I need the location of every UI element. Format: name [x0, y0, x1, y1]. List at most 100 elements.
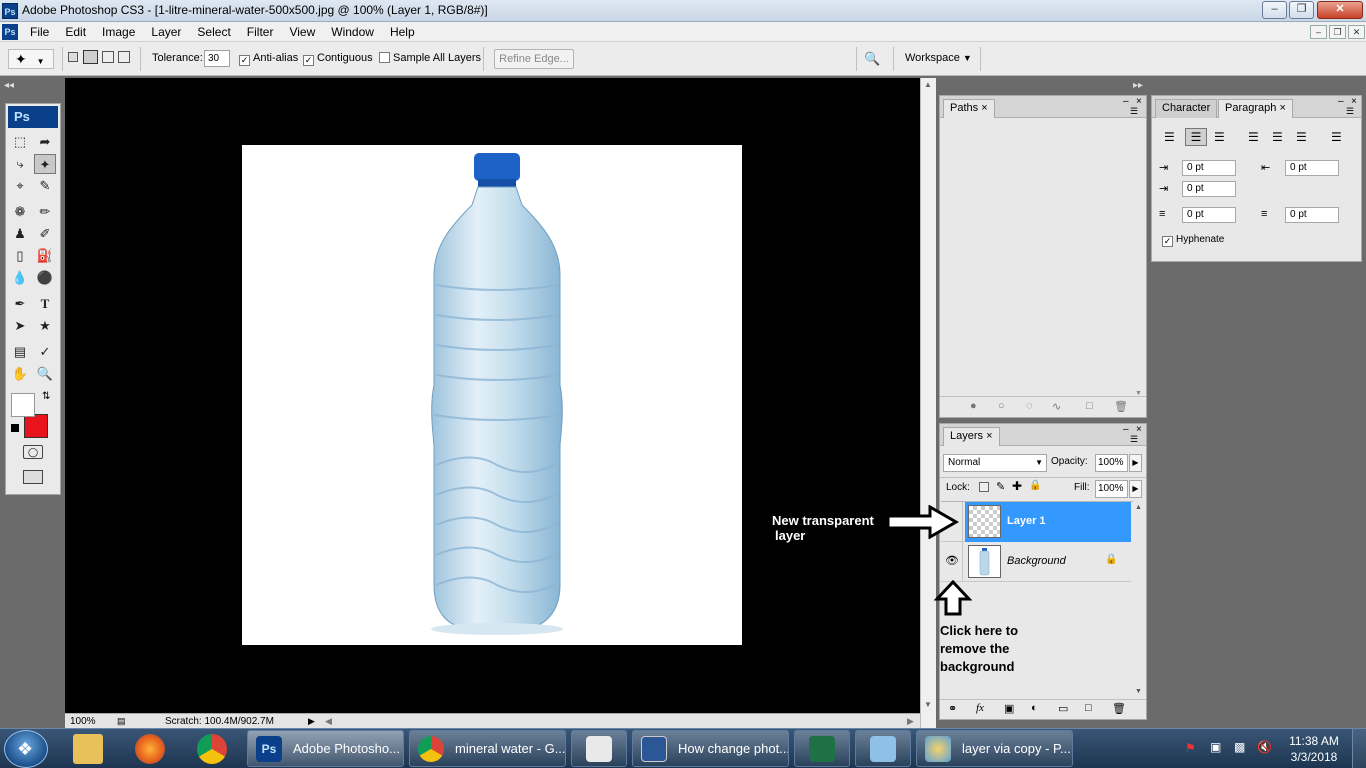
background-color-swatch[interactable] — [24, 414, 48, 438]
adjustment-layer-icon[interactable]: ◐ — [1031, 702, 1038, 714]
action-center-flag-icon[interactable]: ⚑ — [1185, 741, 1196, 755]
eraser-tool-icon[interactable]: ▯ — [9, 246, 31, 266]
new-layer-icon[interactable]: □ — [1085, 702, 1092, 714]
scroll-down-icon[interactable]: ▼ — [924, 700, 932, 709]
visibility-toggle[interactable]: 👁 — [941, 542, 963, 582]
magic-wand-tool-icon[interactable]: ✦ — [34, 154, 56, 174]
chrome-icon[interactable] — [197, 734, 227, 764]
delete-path-icon[interactable]: 🗑 — [1114, 400, 1128, 413]
blur-tool-icon[interactable]: 💧 — [9, 268, 31, 288]
maximize-button[interactable]: ❐ — [1289, 1, 1314, 19]
layer-row-layer-1[interactable]: Layer 1 — [941, 502, 1131, 542]
refine-edge-button[interactable]: Refine Edge... — [494, 49, 574, 69]
crop-tool-icon[interactable]: ⌖ — [9, 176, 31, 196]
zoom-tool-icon[interactable]: 🔍 — [34, 364, 56, 384]
hand-tool-icon[interactable]: ✋ — [9, 364, 31, 384]
display-icon[interactable]: ▩ — [1234, 740, 1245, 754]
fill-path-icon[interactable]: ● — [970, 400, 977, 412]
brush-tool-icon[interactable]: ✏ — [34, 202, 56, 222]
layer-name[interactable]: Layer 1 — [1007, 515, 1046, 527]
dodge-tool-icon[interactable]: ⚫ — [34, 268, 56, 288]
hyphenate-checkbox[interactable]: ✓ Hyphenate — [1162, 234, 1224, 247]
task-chrome[interactable]: mineral water - G... — [409, 730, 566, 767]
custom-shape-icon[interactable]: ★ — [34, 316, 56, 336]
panel-menu-icon[interactable]: ☰ — [1130, 106, 1138, 117]
quick-mask-icon[interactable]: ◯ — [23, 445, 43, 459]
task-notes[interactable] — [855, 730, 911, 767]
task-paint[interactable]: layer via copy - P... — [916, 730, 1073, 767]
close-tab-icon[interactable]: × — [981, 102, 987, 114]
layer-row-background[interactable]: 👁 Background 🔒 — [941, 542, 1131, 582]
panel-minimize-icon[interactable]: – — [1123, 96, 1129, 107]
align-right-icon[interactable]: ☰ — [1214, 130, 1225, 144]
status-menu-arrow-icon[interactable]: ▶ — [308, 715, 315, 728]
tolerance-input[interactable]: 30 — [204, 50, 230, 67]
scroll-up-icon[interactable]: ▲ — [1135, 504, 1142, 511]
layers-scrollbar[interactable]: ▲ ▼ — [1135, 502, 1145, 698]
indent-first-line-input[interactable]: 0 pt — [1182, 181, 1236, 197]
status-info-icon[interactable]: ▤ — [117, 715, 126, 728]
task-photoshop[interactable]: Ps Adobe Photosho... — [247, 730, 404, 767]
scroll-down-icon[interactable]: ▼ — [1135, 390, 1142, 397]
scroll-right-icon[interactable]: ▶ — [907, 715, 914, 728]
volume-muted-icon[interactable]: 🔇 — [1257, 740, 1272, 754]
space-after-input[interactable]: 0 pt — [1285, 207, 1339, 223]
vertical-scrollbar[interactable]: ▲ ▼ — [920, 78, 936, 728]
justify-last-center-icon[interactable]: ☰ — [1272, 130, 1283, 144]
panel-minimize-icon[interactable]: – — [1123, 424, 1129, 435]
paths-scrollbar[interactable]: ▼ — [1135, 120, 1145, 397]
tool-preset-picker[interactable]: ✦ ▼ — [8, 49, 54, 69]
indent-left-input[interactable]: 0 pt — [1182, 160, 1236, 176]
history-brush-icon[interactable]: ✐ — [34, 224, 56, 244]
align-center-icon[interactable]: ☰ — [1185, 128, 1207, 146]
tab-paths[interactable]: Paths × — [943, 99, 995, 118]
clock[interactable]: 11:38 AM 3/3/2018 — [1284, 733, 1344, 765]
scroll-up-icon[interactable]: ▲ — [924, 80, 932, 89]
justify-last-left-icon[interactable]: ☰ — [1248, 130, 1259, 144]
load-selection-icon[interactable]: ◌ — [1026, 400, 1033, 412]
menu-help[interactable]: Help — [382, 22, 423, 42]
menu-layer[interactable]: Layer — [143, 22, 189, 42]
paint-bucket-icon[interactable]: ⛽ — [34, 246, 56, 266]
panel-menu-icon[interactable]: ☰ — [1130, 434, 1138, 445]
path-selection-icon[interactable]: ➤ — [9, 316, 31, 336]
new-path-icon[interactable]: □ — [1086, 400, 1093, 412]
tab-paragraph[interactable]: Paragraph × — [1218, 99, 1293, 118]
contiguous-checkbox[interactable]: ✓ Contiguous — [303, 51, 373, 66]
delete-layer-icon[interactable]: 🗑 — [1112, 702, 1126, 715]
eye-icon[interactable]: 👁 — [945, 554, 959, 567]
make-work-path-icon[interactable]: ∿ — [1052, 400, 1061, 413]
add-mask-icon[interactable]: ▣ — [1004, 702, 1014, 715]
opacity-input[interactable]: 100% — [1095, 454, 1128, 472]
link-layers-icon[interactable]: ⚭ — [948, 702, 957, 715]
menu-image[interactable]: Image — [94, 22, 143, 42]
tab-character[interactable]: Character — [1155, 99, 1218, 118]
file-explorer-icon[interactable] — [73, 734, 103, 764]
task-excel[interactable] — [794, 730, 850, 767]
screen-mode-icon[interactable] — [23, 470, 43, 484]
tab-layers[interactable]: Layers × — [943, 427, 1000, 446]
scroll-left-icon[interactable]: ◀ — [325, 715, 332, 728]
menu-window[interactable]: Window — [323, 22, 382, 42]
marquee-tool-icon[interactable]: ⬚ — [9, 132, 31, 152]
close-button[interactable]: ✕ — [1317, 1, 1363, 19]
layer-name[interactable]: Background — [1007, 555, 1066, 567]
indent-right-input[interactable]: 0 pt — [1285, 160, 1339, 176]
doc-restore-button[interactable]: ❐ — [1329, 25, 1346, 39]
panel-menu-icon[interactable]: ☰ — [1346, 106, 1354, 117]
doc-minimize-button[interactable]: – — [1310, 25, 1327, 39]
opacity-slider-icon[interactable]: ▶ — [1129, 454, 1142, 472]
swap-colors-icon[interactable]: ⇅ — [42, 391, 50, 402]
collapse-dock-icon[interactable]: ▸▸ — [1133, 80, 1143, 91]
bridge-icon[interactable]: 🔍 — [864, 51, 886, 67]
panel-minimize-icon[interactable]: – — [1338, 96, 1344, 107]
justify-all-icon[interactable]: ☰ — [1331, 130, 1342, 144]
pen-tool-icon[interactable]: ✒ — [9, 294, 31, 314]
eyedropper-tool-icon[interactable]: ✓ — [34, 342, 56, 362]
close-tab-icon[interactable]: × — [1279, 102, 1285, 114]
slice-tool-icon[interactable]: ✎ — [34, 176, 56, 196]
menu-filter[interactable]: Filter — [239, 22, 282, 42]
lasso-tool-icon[interactable]: ⤷ — [9, 154, 31, 174]
workspace-menu[interactable]: Workspace ▼ — [905, 51, 972, 65]
layer-style-icon[interactable]: fx — [976, 702, 984, 714]
